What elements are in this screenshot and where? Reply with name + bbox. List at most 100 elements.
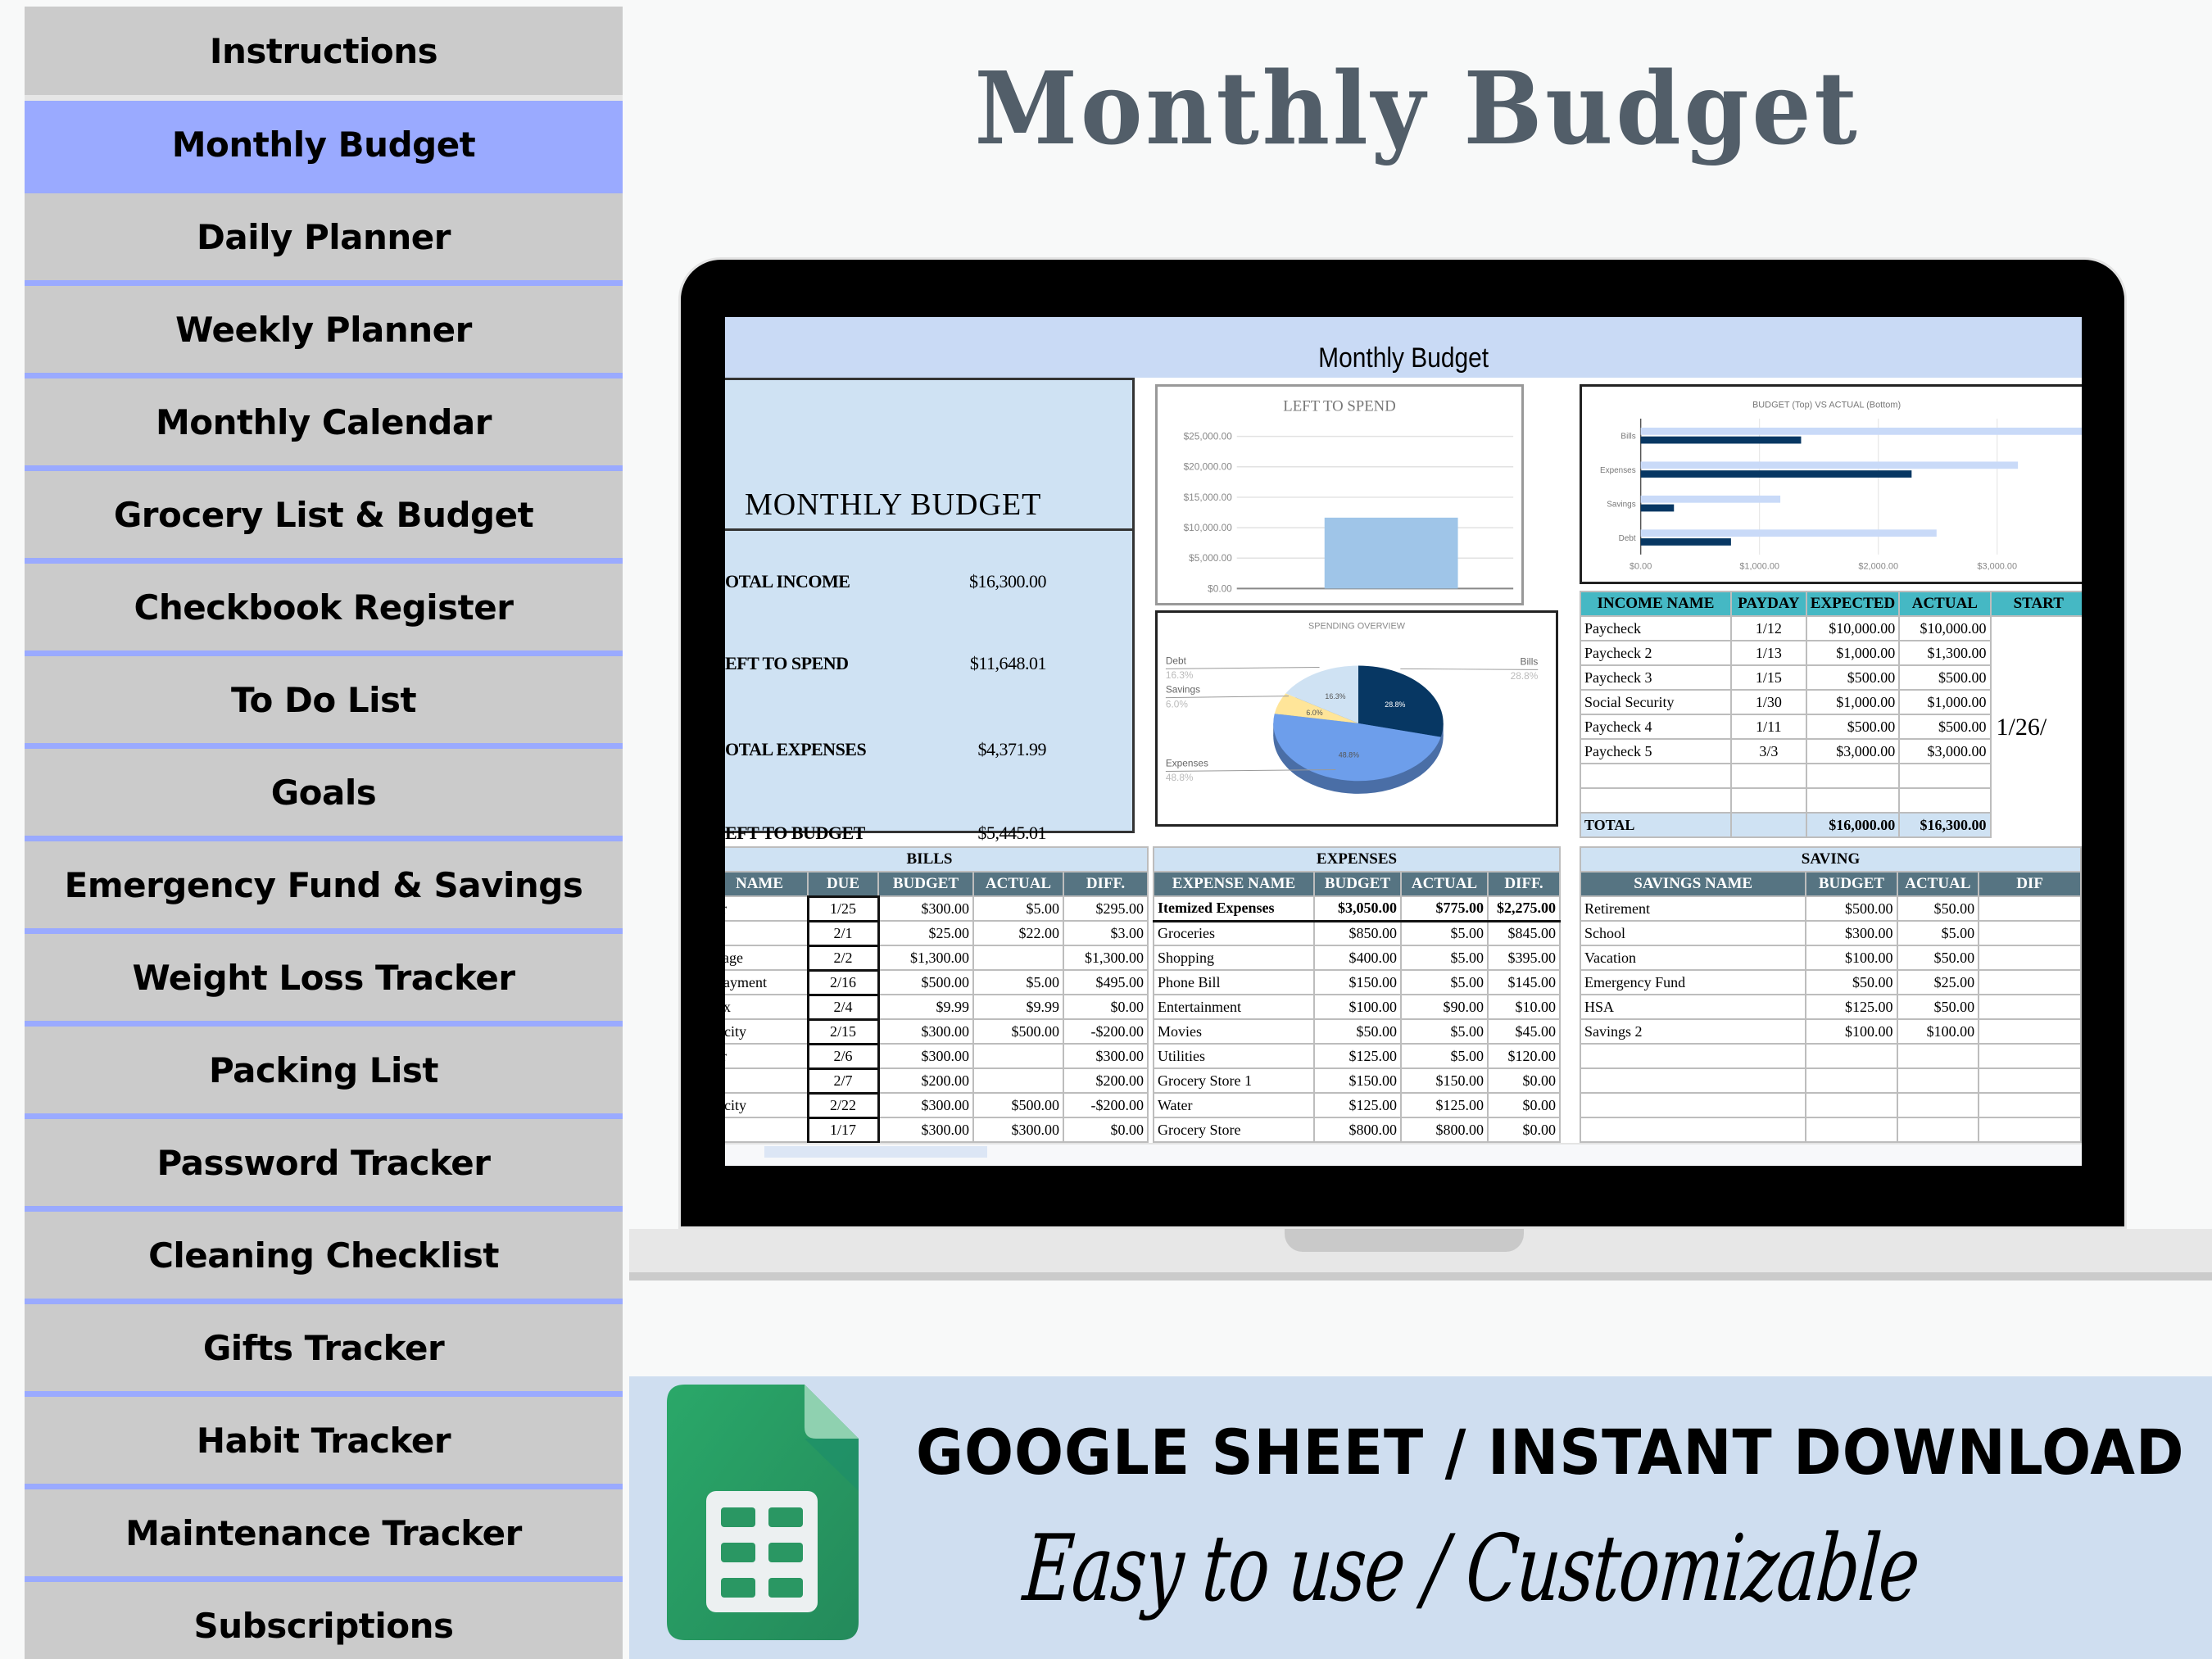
table-cell[interactable]: [1579, 1117, 1807, 1143]
table-cell[interactable]: [1805, 787, 1901, 814]
table-cell[interactable]: $0.00: [1063, 994, 1149, 1020]
table-cell[interactable]: gage: [725, 945, 809, 971]
table-cell[interactable]: Grocery Store: [1153, 1117, 1315, 1143]
table-cell[interactable]: [1805, 763, 1901, 789]
table-cell[interactable]: er: [725, 895, 809, 922]
table-cell[interactable]: $10,000.00: [1898, 615, 1992, 641]
table-cell[interactable]: 1/15: [1729, 664, 1807, 691]
table-cell[interactable]: [1729, 787, 1807, 814]
table-cell[interactable]: [1805, 1067, 1898, 1094]
table-cell[interactable]: $845.00: [1487, 920, 1561, 946]
table-cell[interactable]: $1,300.00: [1898, 640, 1992, 666]
table-cell[interactable]: [1896, 1067, 1980, 1094]
table-cell[interactable]: [972, 945, 1064, 971]
table-cell[interactable]: Paycheck 2: [1580, 640, 1732, 666]
table-cell[interactable]: r: [725, 1067, 809, 1094]
table-cell[interactable]: Entertainment: [1153, 994, 1315, 1020]
table-cell[interactable]: $25.00: [877, 920, 974, 946]
table-cell[interactable]: $300.00: [1805, 920, 1898, 946]
table-cell[interactable]: Utilities: [1153, 1043, 1315, 1069]
table-cell[interactable]: $125.00: [1313, 1092, 1402, 1118]
table-cell[interactable]: $100.00: [1805, 945, 1898, 971]
table-cell[interactable]: [1978, 1043, 2082, 1069]
table-cell[interactable]: [1978, 994, 2082, 1020]
table-cell[interactable]: Savings 2: [1579, 1018, 1807, 1045]
table-cell[interactable]: School: [1579, 920, 1807, 946]
table-cell[interactable]: [1978, 920, 2082, 946]
table-cell[interactable]: $25.00: [1896, 969, 1980, 995]
table-cell[interactable]: r: [725, 920, 809, 946]
table-cell[interactable]: $50.00: [1896, 994, 1980, 1020]
table-cell[interactable]: $150.00: [1400, 1067, 1489, 1094]
table-cell[interactable]: lix: [725, 994, 809, 1020]
table-cell[interactable]: $5.00: [972, 895, 1064, 922]
table-cell[interactable]: $395.00: [1487, 945, 1561, 971]
table-cell[interactable]: [1978, 945, 2082, 971]
table-cell[interactable]: ricity: [725, 1018, 809, 1045]
table-cell[interactable]: Grocery Store 1: [1153, 1067, 1315, 1094]
table-cell[interactable]: $150.00: [1313, 1067, 1402, 1094]
table-cell[interactable]: 2/15: [806, 1018, 880, 1045]
table-cell[interactable]: 2/6: [806, 1042, 880, 1070]
table-cell[interactable]: $300.00: [877, 1043, 974, 1069]
table-cell[interactable]: $150.00: [1313, 969, 1402, 995]
table-cell[interactable]: [1978, 895, 2082, 922]
table-cell[interactable]: [1978, 1092, 2082, 1118]
table-cell[interactable]: 1/11: [1729, 714, 1807, 740]
table-cell[interactable]: [1579, 1067, 1807, 1094]
table-cell[interactable]: Itemized Expenses: [1153, 895, 1315, 922]
table-cell[interactable]: $1,000.00: [1898, 689, 1992, 715]
table-cell[interactable]: $120.00: [1487, 1043, 1561, 1069]
table-cell[interactable]: [1805, 1117, 1898, 1143]
table-cell[interactable]: 2/7: [806, 1067, 880, 1095]
table-cell[interactable]: [1580, 763, 1732, 789]
table-cell[interactable]: [1579, 1092, 1807, 1118]
table-cell[interactable]: $125.00: [1400, 1092, 1489, 1118]
table-cell[interactable]: 2/16: [806, 968, 880, 996]
income-start-date[interactable]: 1/26/: [1991, 616, 2082, 837]
table-cell[interactable]: $495.00: [1063, 969, 1149, 995]
table-cell[interactable]: HSA: [1579, 994, 1807, 1020]
table-cell[interactable]: -$200.00: [1063, 1092, 1149, 1118]
table-cell[interactable]: [972, 1067, 1064, 1094]
table-cell[interactable]: Paycheck 4: [1580, 714, 1732, 740]
table-cell[interactable]: $5.00: [1896, 920, 1980, 946]
table-cell[interactable]: $500.00: [972, 1018, 1064, 1045]
table-cell[interactable]: $0.00: [1487, 1117, 1561, 1143]
sidebar-item-goals[interactable]: Goals: [25, 743, 623, 836]
table-cell[interactable]: $3,050.00: [1313, 895, 1402, 922]
sidebar-item-maintenance-tracker[interactable]: Maintenance Tracker: [25, 1484, 623, 1576]
table-cell[interactable]: Vacation: [1579, 945, 1807, 971]
sidebar-item-to-do-list[interactable]: To Do List: [25, 650, 623, 743]
table-cell[interactable]: $100.00: [1805, 1018, 1898, 1045]
table-cell[interactable]: $9.99: [877, 994, 974, 1020]
table-cell[interactable]: $800.00: [1400, 1117, 1489, 1143]
table-cell[interactable]: Paycheck 5: [1580, 738, 1732, 764]
table-cell[interactable]: Water: [1153, 1092, 1315, 1118]
table-cell[interactable]: r: [725, 1117, 809, 1143]
table-cell[interactable]: [1896, 1117, 1980, 1143]
table-cell[interactable]: [1898, 763, 1992, 789]
table-cell[interactable]: $500.00: [1898, 664, 1992, 691]
table-cell[interactable]: $50.00: [1313, 1018, 1402, 1045]
sidebar-item-password-tracker[interactable]: Password Tracker: [25, 1113, 623, 1206]
table-cell[interactable]: $125.00: [1805, 994, 1898, 1020]
sidebar-item-checkbook-register[interactable]: Checkbook Register: [25, 558, 623, 650]
table-cell[interactable]: $300.00: [1063, 1043, 1149, 1069]
table-cell[interactable]: $300.00: [877, 1117, 974, 1143]
table-cell[interactable]: Emergency Fund: [1579, 969, 1807, 995]
table-cell[interactable]: 2/1: [806, 919, 880, 947]
table-cell[interactable]: $5.00: [972, 969, 1064, 995]
sidebar-item-habit-tracker[interactable]: Habit Tracker: [25, 1391, 623, 1484]
table-cell[interactable]: $9.99: [972, 994, 1064, 1020]
table-cell[interactable]: $50.00: [1805, 969, 1898, 995]
table-cell[interactable]: $50.00: [1896, 895, 1980, 922]
table-cell[interactable]: $500.00: [1805, 895, 1898, 922]
sidebar-item-weekly-planner[interactable]: Weekly Planner: [25, 280, 623, 373]
table-cell[interactable]: $500.00: [1805, 714, 1901, 740]
table-cell[interactable]: ricity: [725, 1092, 809, 1118]
table-cell[interactable]: $300.00: [972, 1117, 1064, 1143]
table-cell[interactable]: 1/30: [1729, 689, 1807, 715]
table-cell[interactable]: 2/4: [806, 993, 880, 1021]
table-cell[interactable]: [1896, 1092, 1980, 1118]
